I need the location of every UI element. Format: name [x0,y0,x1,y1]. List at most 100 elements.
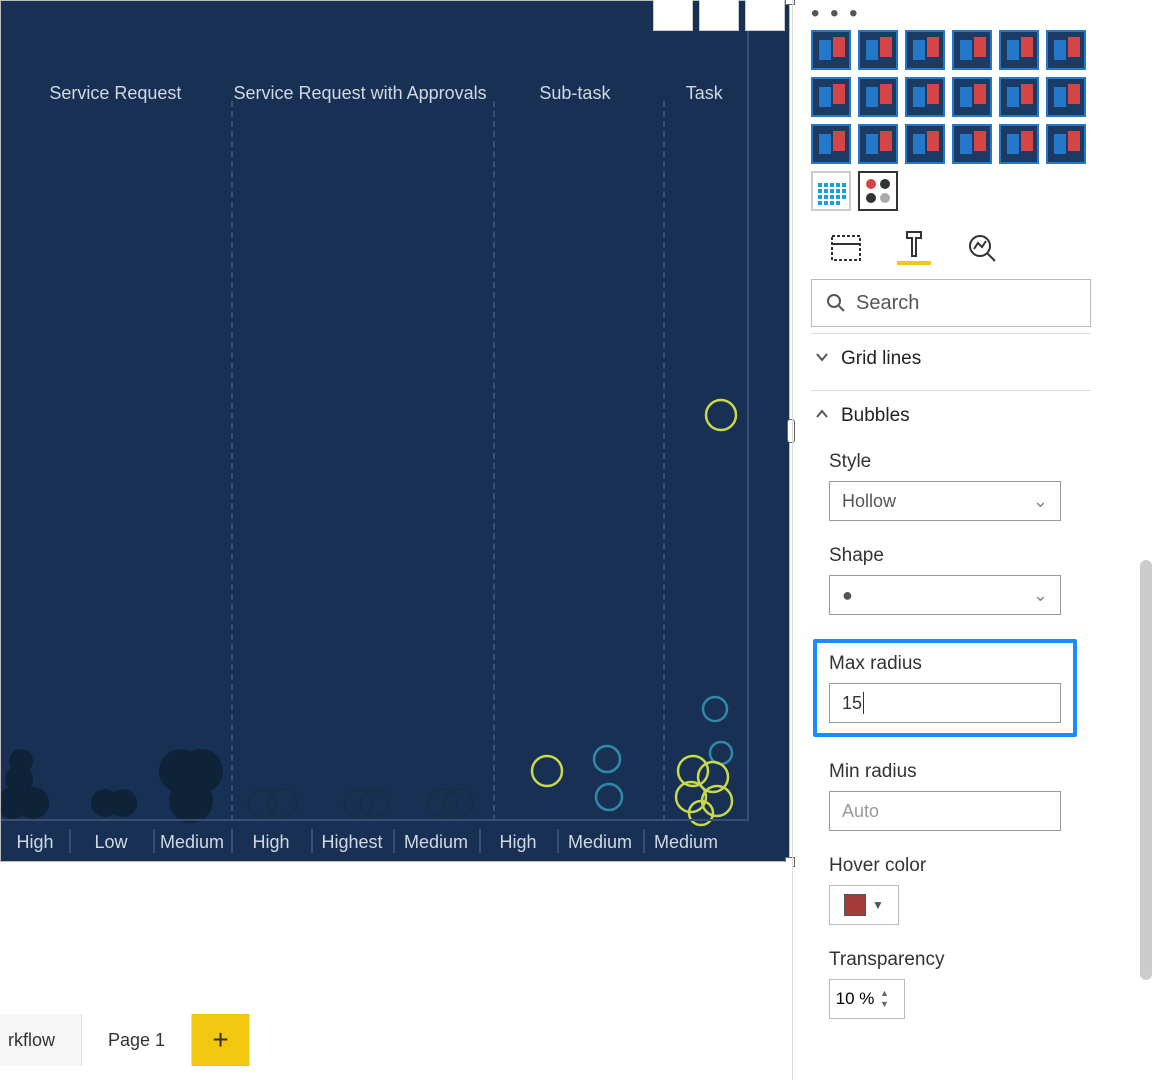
hover-color-control: Hover color ▼ [829,855,1089,925]
viz-type-tile[interactable] [999,77,1039,117]
min-radius-input[interactable]: Auto [829,791,1061,831]
scrollbar[interactable] [1140,560,1152,980]
viz-type-tile[interactable] [1046,77,1086,117]
x-axis-row: HighLowMediumHighHighestMediumHighMedium… [1,819,749,861]
viz-type-tile[interactable] [1046,30,1086,70]
viz-type-tile[interactable] [905,30,945,70]
bubble-layer [1,1,791,863]
page-tabs: rkflow Page 1 + [0,1014,250,1066]
analytics-tab-icon[interactable] [965,231,999,265]
viz-type-tile[interactable] [952,124,992,164]
max-radius-value: 15 [842,693,862,714]
bubble[interactable] [9,749,33,773]
viz-type-tile[interactable] [858,30,898,70]
visual-frame[interactable]: Service RequestService Request with Appr… [0,0,790,862]
viz-type-tile[interactable] [952,77,992,117]
chevron-up-icon [815,405,831,427]
bubble[interactable] [703,697,727,721]
viz-type-tile[interactable] [858,171,898,211]
pane-tabs [829,231,1091,265]
viz-type-tile[interactable] [811,171,851,211]
bubble[interactable] [429,789,457,817]
transparency-control: Transparency 10 % ▲▼ [829,949,1089,1019]
x-axis-label: Medium [643,821,729,861]
max-radius-highlight: Max radius 15 [813,639,1077,737]
page-tab-active[interactable]: Page 1 [82,1014,192,1066]
bubble[interactable] [594,746,620,772]
viz-type-tile[interactable] [905,124,945,164]
min-radius-control: Min radius Auto [829,761,1089,831]
section-grid-lines[interactable]: Grid lines [811,333,1091,384]
chevron-down-icon: ▼ [872,898,884,912]
add-page-button[interactable]: + [192,1014,250,1066]
search-placeholder: Search [856,292,919,315]
chevron-down-icon: ⌄ [1033,585,1048,606]
hover-color-picker[interactable]: ▼ [829,885,899,925]
bubble[interactable] [17,787,49,819]
viz-type-tile[interactable] [1046,124,1086,164]
shape-select[interactable]: ● ⌄ [829,575,1061,615]
shape-control: Shape ● ⌄ [829,545,1089,615]
visualizations-pane: • • • Search Grid lines [792,0,1152,1080]
shape-label: Shape [829,545,1089,567]
transparency-unit: % [859,989,874,1008]
text-caret [863,692,864,714]
page-tab-prev[interactable]: rkflow [0,1014,82,1066]
x-axis-label: Highest [311,821,393,861]
bubble[interactable] [532,756,562,786]
style-select[interactable]: Hollow ⌄ [829,481,1061,521]
viz-type-tile[interactable] [905,77,945,117]
max-radius-label: Max radius [829,653,1061,675]
style-control: Style Hollow ⌄ [829,451,1089,521]
chevron-down-icon [815,348,831,370]
hover-color-label: Hover color [829,855,1089,877]
report-canvas: Service RequestService Request with Appr… [0,0,792,1080]
viz-type-tile[interactable] [999,30,1039,70]
viz-type-tile[interactable] [858,77,898,117]
bubble[interactable] [169,779,213,823]
spinner-arrows[interactable]: ▲▼ [880,988,902,1010]
transparency-value: 10 [836,989,855,1008]
viz-type-tile[interactable] [811,77,851,117]
style-label: Style [829,451,1089,473]
bubbles-controls: Style Hollow ⌄ Shape ● ⌄ Max radius 15 [811,447,1091,1023]
bubble[interactable] [445,789,473,817]
bubble[interactable] [710,742,732,764]
x-axis-label: Medium [393,821,479,861]
max-radius-input[interactable]: 15 [829,683,1061,723]
viz-type-tile[interactable] [811,124,851,164]
chevron-down-icon: ⌄ [1033,491,1048,512]
bubble[interactable] [109,789,137,817]
x-axis-label: High [231,821,311,861]
page-area: rkflow Page 1 + [0,862,792,1080]
section-label: Bubbles [841,405,910,427]
x-axis-label: High [1,821,69,861]
viz-type-tile[interactable] [858,124,898,164]
x-axis-label: Medium [557,821,643,861]
visualization-gallery [811,30,1091,211]
min-radius-label: Min radius [829,761,1089,783]
bubble[interactable] [269,789,297,817]
viz-type-tile[interactable] [999,124,1039,164]
min-radius-placeholder: Auto [842,801,879,822]
format-tab-icon[interactable] [897,231,931,265]
search-input[interactable]: Search [811,279,1091,327]
x-axis-label: High [479,821,557,861]
pane-more-icon[interactable]: • • • [811,0,1091,10]
bubble[interactable] [706,400,736,430]
transparency-label: Transparency [829,949,1089,971]
section-bubbles[interactable]: Bubbles [811,390,1091,441]
color-swatch [844,894,866,916]
style-value: Hollow [842,491,896,512]
viz-type-tile[interactable] [952,30,992,70]
search-icon [826,293,846,313]
viz-type-tile[interactable] [811,30,851,70]
section-label: Grid lines [841,348,921,370]
x-axis-label: Low [69,821,153,861]
bubble[interactable] [361,789,389,817]
shape-value: ● [842,585,853,606]
bubble[interactable] [345,789,373,817]
transparency-spinner[interactable]: 10 % ▲▼ [829,979,905,1019]
fields-tab-icon[interactable] [829,231,863,265]
bubble[interactable] [596,784,622,810]
